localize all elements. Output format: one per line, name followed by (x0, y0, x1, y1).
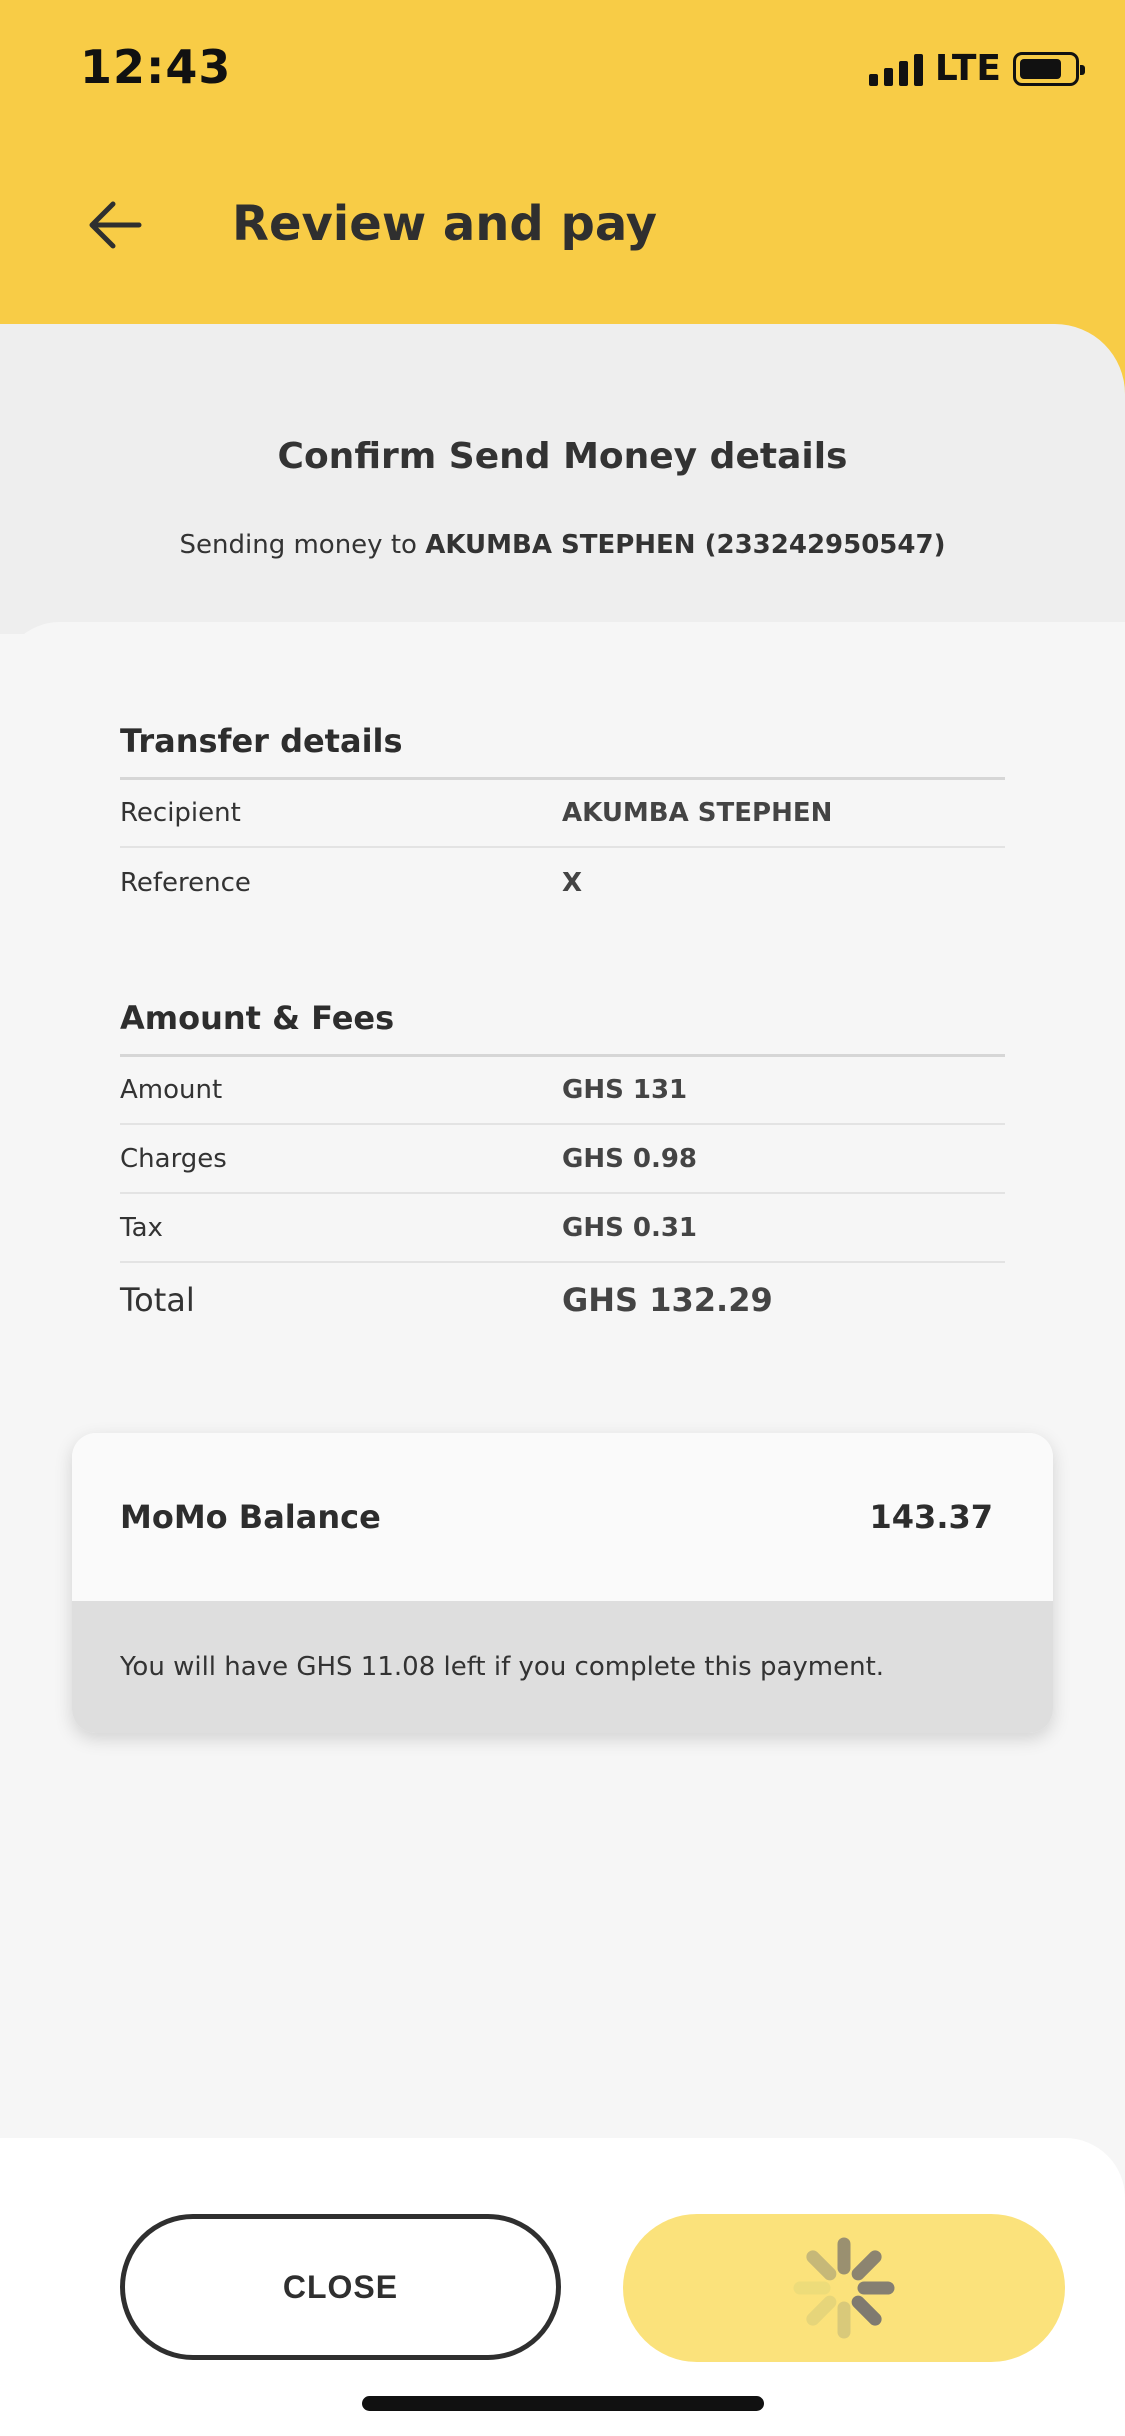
detail-row-reference: Reference X (120, 848, 1005, 917)
detail-label: Recipient (120, 797, 241, 828)
sending-recipient: AKUMBA STEPHEN (233242950547) (425, 530, 946, 560)
balance-label: MoMo Balance (120, 1498, 381, 1536)
fee-label: Tax (120, 1212, 163, 1243)
signal-icon (868, 52, 923, 86)
detail-value: X (562, 867, 583, 898)
app-header: 12:43 LTE Review and pay (0, 0, 1125, 324)
network-type: LTE (934, 48, 1001, 89)
back-button[interactable] (80, 190, 150, 260)
transfer-details-title: Transfer details (120, 722, 403, 760)
home-indicator (362, 2396, 764, 2411)
detail-row-recipient: Recipient AKUMBA STEPHEN (120, 779, 1005, 848)
balance-value: 143.37 (869, 1498, 993, 1536)
loading-spinner-icon (793, 2237, 895, 2339)
detail-value: AKUMBA STEPHEN (562, 797, 833, 828)
fee-label: Amount (120, 1074, 223, 1105)
confirm-title: Confirm Send Money details (277, 436, 848, 477)
fee-row-tax: Tax GHS 0.31 (120, 1194, 1005, 1263)
status-indicators: LTE (868, 48, 1085, 89)
momo-balance-card: MoMo Balance 143.37 You will have GHS 11… (72, 1433, 1053, 1733)
sending-line: Sending money to AKUMBA STEPHEN (2332429… (0, 530, 1125, 560)
total-value: GHS 132.29 (562, 1280, 773, 1319)
status-time: 12:43 (80, 40, 232, 94)
detail-label: Reference (120, 867, 251, 898)
confirm-panel: Confirm Send Money details Sending money… (0, 324, 1125, 634)
fee-value: GHS 0.31 (562, 1212, 698, 1243)
balance-summary: MoMo Balance 143.37 (72, 1433, 1053, 1601)
fee-label: Charges (120, 1143, 227, 1174)
balance-note: You will have GHS 11.08 left if you comp… (72, 1601, 1053, 1733)
fee-row-amount: Amount GHS 131 (120, 1056, 1005, 1125)
fee-row-charges: Charges GHS 0.98 (120, 1125, 1005, 1194)
arrow-left-icon (89, 201, 142, 249)
action-footer: CLOSE (0, 2138, 1125, 2436)
sending-prefix: Sending money to (179, 530, 417, 560)
amount-fees-title: Amount & Fees (120, 999, 395, 1037)
total-label: Total (120, 1280, 195, 1319)
fee-value: GHS 131 (562, 1074, 688, 1105)
fee-value: GHS 0.98 (562, 1143, 698, 1174)
battery-icon (1013, 51, 1085, 86)
fee-row-total: Total GHS 132.29 (120, 1265, 1005, 1334)
pay-button[interactable] (623, 2214, 1065, 2362)
close-button[interactable]: CLOSE (120, 2214, 561, 2360)
page-title: Review and pay (232, 196, 658, 252)
